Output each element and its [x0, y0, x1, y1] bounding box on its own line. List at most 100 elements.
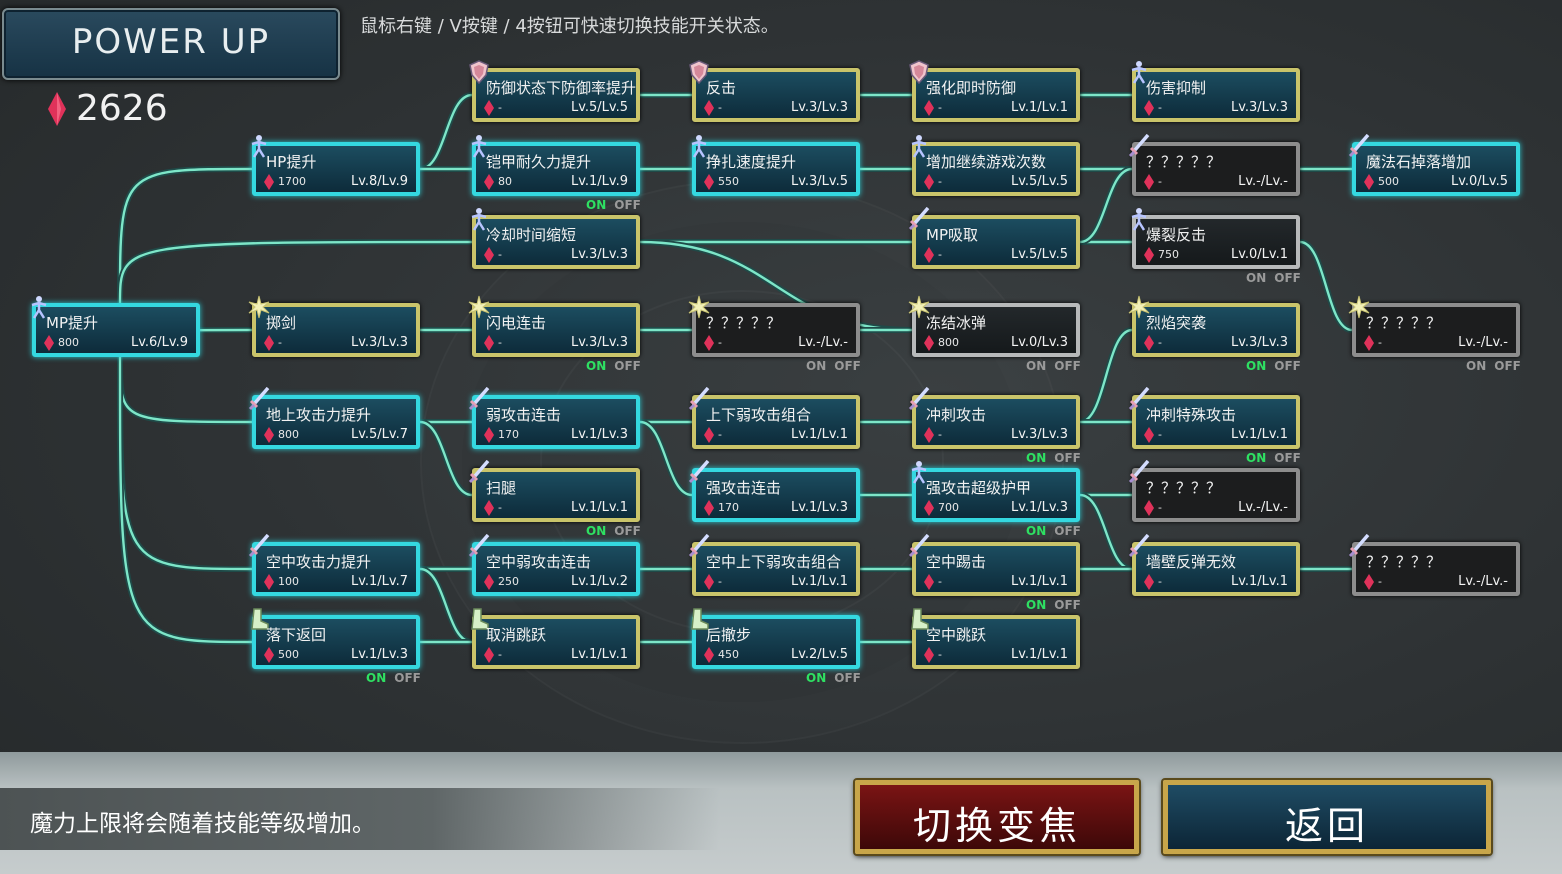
toggle-on[interactable]: ON	[1246, 359, 1266, 373]
link-26	[639, 420, 693, 497]
skill-node[interactable]: 反击 - Lv.3/Lv.3	[689, 60, 860, 122]
skill-node[interactable]: 冲刺特殊攻击 - Lv.1/Lv.1	[1128, 386, 1300, 449]
skill-toggle[interactable]: ON OFF	[1246, 451, 1301, 465]
skill-cost: 500	[1378, 175, 1399, 188]
skill-level: Lv.5/Lv.7	[350, 427, 408, 442]
toggle-off[interactable]: OFF	[1054, 598, 1081, 612]
skill-node[interactable]: 铠甲耐久力提升 80 Lv.1/Lv.9	[471, 135, 640, 196]
skill-toggle[interactable]: ON OFF	[806, 359, 861, 373]
skill-node[interactable]: 爆裂反击 750 Lv.0/Lv.1	[1131, 208, 1300, 269]
toggle-off[interactable]: OFF	[834, 671, 861, 685]
mana-gem-icon	[484, 335, 494, 355]
skill-cost: -	[1378, 575, 1382, 588]
skill-toggle[interactable]: ON OFF	[806, 671, 861, 685]
mana-gem-icon	[924, 247, 934, 267]
toggle-off[interactable]: OFF	[834, 359, 861, 373]
skill-node[interactable]: 空中跳跃 - Lv.1/Lv.1	[911, 608, 1080, 669]
skill-node[interactable]: 扫腿 - Lv.1/Lv.1	[468, 459, 640, 522]
skill-node[interactable]: 冷却时间缩短 - Lv.3/Lv.3	[471, 208, 640, 269]
skill-node[interactable]: 落下返回 500 Lv.1/Lv.3	[251, 608, 420, 669]
skill-toggle[interactable]: ON OFF	[1246, 359, 1301, 373]
skill-node[interactable]: 墙壁反弹无效 - Lv.1/Lv.1	[1128, 533, 1300, 596]
skill-node[interactable]: 后撤步 450 Lv.2/Lv.5	[691, 608, 860, 669]
skill-node[interactable]: MP吸取 - Lv.5/Lv.5	[908, 206, 1080, 269]
skill-node[interactable]: ？？？？？ - Lv.-/Lv.-	[1128, 459, 1300, 522]
toggle-on[interactable]: ON	[586, 198, 606, 212]
skill-node[interactable]: 空中上下弱攻击组合 - Lv.1/Lv.1	[688, 533, 860, 596]
toggle-on[interactable]: ON	[1466, 359, 1486, 373]
skill-name: 空中上下弱攻击组合	[706, 553, 842, 571]
skill-node[interactable]: 空中弱攻击连击 250 Lv.1/Lv.2	[468, 533, 640, 596]
skill-toggle[interactable]: ON OFF	[586, 359, 641, 373]
skill-node[interactable]: 强攻击连击 170 Lv.1/Lv.3	[688, 459, 860, 522]
link-0	[117, 166, 253, 304]
skill-node[interactable]: 空中踢击 - Lv.1/Lv.1	[908, 533, 1080, 596]
skill-node[interactable]: ？？？？？ - Lv.-/Lv.-	[1348, 295, 1520, 357]
skill-node[interactable]: HP提升 1700 Lv.8/Lv.9	[251, 135, 420, 196]
skill-node[interactable]: 强化即时防御 - Lv.1/Lv.1	[909, 60, 1080, 122]
skill-node[interactable]: 地上攻击力提升 800 Lv.5/Lv.7	[248, 386, 420, 449]
skill-cost: -	[938, 575, 942, 588]
skill-cost: -	[938, 648, 942, 661]
toggle-off[interactable]: OFF	[614, 524, 641, 538]
toggle-on[interactable]: ON	[1026, 598, 1046, 612]
skill-toggle[interactable]: ON OFF	[1026, 451, 1081, 465]
skill-node[interactable]: 上下弱攻击组合 - Lv.1/Lv.1	[688, 386, 860, 449]
toggle-on[interactable]: ON	[586, 359, 606, 373]
skill-toggle[interactable]: ON OFF	[1466, 359, 1521, 373]
skill-toggle[interactable]: ON OFF	[1026, 359, 1081, 373]
toggle-on[interactable]: ON	[586, 524, 606, 538]
toggle-off[interactable]: OFF	[1274, 359, 1301, 373]
skill-node[interactable]: 增加继续游戏次数 - Lv.5/Lv.5	[911, 135, 1080, 196]
skill-node[interactable]: 取消跳跃 - Lv.1/Lv.1	[471, 608, 640, 669]
toggle-on[interactable]: ON	[1026, 451, 1046, 465]
skill-node[interactable]: 掷剑 - Lv.3/Lv.3	[248, 295, 420, 357]
skill-node[interactable]: 伤害抑制 - Lv.3/Lv.3	[1131, 61, 1300, 122]
toggle-off[interactable]: OFF	[1054, 451, 1081, 465]
toggle-off[interactable]: OFF	[614, 359, 641, 373]
skill-toggle[interactable]: ON OFF	[1246, 271, 1301, 285]
toggle-off[interactable]: OFF	[394, 671, 421, 685]
skill-node[interactable]: 防御状态下防御率提升 - Lv.5/Lv.5	[469, 60, 640, 122]
skill-cost: 800	[938, 336, 959, 349]
toggle-off[interactable]: OFF	[1054, 359, 1081, 373]
mana-gem-icon	[924, 500, 934, 520]
skill-node[interactable]: 闪电连击 - Lv.3/Lv.3	[468, 295, 640, 357]
skill-node[interactable]: 弱攻击连击 170 Lv.1/Lv.3	[468, 386, 640, 449]
back-button[interactable]: 返回	[1163, 780, 1491, 854]
skill-node[interactable]: 挣扎速度提升 550 Lv.3/Lv.5	[691, 135, 860, 196]
skill-node[interactable]: ？？？？？ - Lv.-/Lv.-	[1348, 533, 1520, 596]
toggle-on[interactable]: ON	[806, 359, 826, 373]
skill-cost: -	[498, 648, 502, 661]
toggle-on[interactable]: ON	[806, 671, 826, 685]
skill-node[interactable]: 空中攻击力提升 100 Lv.1/Lv.7	[248, 533, 420, 596]
skill-node[interactable]: 烈焰突袭 - Lv.3/Lv.3	[1128, 295, 1300, 357]
toggle-off[interactable]: OFF	[1274, 271, 1301, 285]
skill-toggle[interactable]: ON OFF	[366, 671, 421, 685]
skill-node[interactable]: ？？？？？ - Lv.-/Lv.-	[688, 295, 860, 357]
toggle-on[interactable]: ON	[1246, 271, 1266, 285]
skill-cost: -	[718, 336, 722, 349]
skill-node[interactable]: 魔法石掉落增加 500 Lv.0/Lv.5	[1348, 133, 1520, 196]
toggle-on[interactable]: ON	[366, 671, 386, 685]
skill-name: 上下弱攻击组合	[706, 406, 812, 424]
skill-node[interactable]: ？？？？？ - Lv.-/Lv.-	[1128, 133, 1300, 196]
toggle-on[interactable]: ON	[1246, 451, 1266, 465]
toggle-off[interactable]: OFF	[1054, 524, 1081, 538]
skill-node[interactable]: 冻结冰弹 800 Lv.0/Lv.3	[908, 295, 1080, 357]
toggle-off[interactable]: OFF	[1274, 451, 1301, 465]
mana-gem-icon	[264, 174, 274, 194]
skill-node[interactable]: MP提升 800 Lv.6/Lv.9	[31, 296, 200, 357]
skill-toggle[interactable]: ON OFF	[586, 524, 641, 538]
toggle-off[interactable]: OFF	[614, 198, 641, 212]
skill-level: Lv.5/Lv.5	[1010, 247, 1068, 262]
skill-node[interactable]: 冲刺攻击 - Lv.3/Lv.3	[908, 386, 1080, 449]
skill-node[interactable]: 强攻击超级护甲 700 Lv.1/Lv.3	[911, 461, 1080, 522]
toggle-on[interactable]: ON	[1026, 359, 1046, 373]
skill-toggle[interactable]: ON OFF	[1026, 524, 1081, 538]
skill-toggle[interactable]: ON OFF	[586, 198, 641, 212]
toggle-on[interactable]: ON	[1026, 524, 1046, 538]
skill-toggle[interactable]: ON OFF	[1026, 598, 1081, 612]
switch-focus-button[interactable]: 切换变焦	[855, 780, 1139, 854]
toggle-off[interactable]: OFF	[1494, 359, 1521, 373]
